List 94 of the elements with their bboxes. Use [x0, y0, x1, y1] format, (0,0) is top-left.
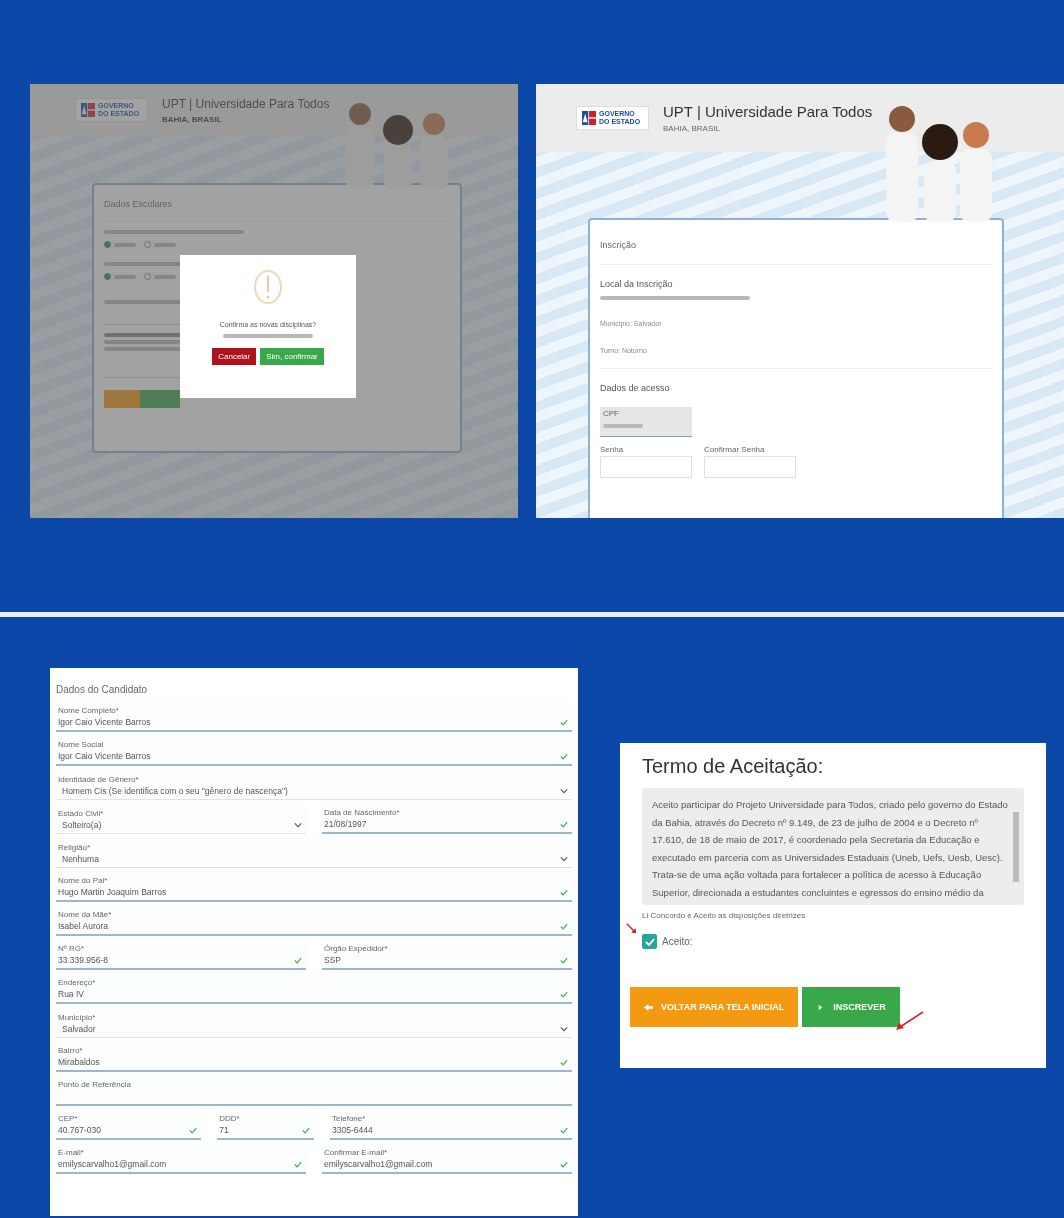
- dialog-button[interactable]: Cancelar: [212, 348, 257, 365]
- card-title: Dados Escolares: [104, 199, 174, 209]
- text-field[interactable]: Nome Social Igor Caio Vicente Barros: [56, 735, 572, 766]
- text-field[interactable]: Ponto de Referência: [56, 1075, 572, 1106]
- field-value: 21/08/1997: [324, 819, 367, 829]
- site-title: UPT | Universidade Para Todos: [663, 103, 873, 120]
- blurred-text: [114, 242, 136, 247]
- field-value: Isabel Aurora: [58, 921, 109, 931]
- field-label: Confirmar Senha: [704, 445, 766, 454]
- cpf-field[interactable]: CPF: [600, 407, 692, 437]
- text-field[interactable]: Órgão Expedidor* SSP: [322, 939, 572, 970]
- field-value: 71: [219, 1125, 229, 1135]
- field-label: Ponto de Referência: [58, 1080, 132, 1089]
- field-value: 3305-6444: [332, 1125, 373, 1135]
- blurred-text: [154, 242, 176, 247]
- chevron-down-icon: [560, 788, 568, 794]
- field-label: CEP*: [58, 1114, 79, 1123]
- flag-icon: [582, 111, 596, 125]
- form-title: Dados do Candidato: [56, 684, 149, 695]
- terms-text: Aceito participar do Projeto Universidade para Todos, criado pelo governo do Estado da Bahia, através do Decreto nº 9.149, de 23 de julho de 2004 e o Decreto nº 17.610, de 18 de maio de 2017, é coordenado pela Secretaria da Educação e executado em parceria com as Universidades Estaduais (Uneb, Uefs, Uesb, Uesc). Trata-se de uma ação voltada para fortalecer a política de acesso à Educação Superior, direcionada a estudantes concluintes e egressos do ensino médio da: [652, 798, 1008, 900]
- field-value: 40.767-030: [58, 1125, 101, 1135]
- field-label: CPF: [603, 409, 620, 418]
- site-title: UPT | Universidade Para Todos: [162, 96, 330, 111]
- section-title: Inscrição: [600, 240, 637, 250]
- section-title: Dados de acesso: [600, 383, 671, 393]
- back-arrow-icon: [644, 1002, 653, 1012]
- radio-button[interactable]: [104, 273, 111, 280]
- field-label: Nome Social: [58, 740, 105, 749]
- field-value: Mirabaldos: [58, 1057, 100, 1067]
- field-label: Nº RG*: [58, 944, 86, 953]
- field-label: Estado Civil*: [58, 809, 105, 818]
- field-label: Confirmar E-mail*: [324, 1148, 389, 1157]
- text-field[interactable]: E-mail* emilyscarvalho1@gmail.com: [56, 1143, 306, 1174]
- field-value: emilyscarvalho1@gmail.com: [58, 1159, 167, 1169]
- field-label: Data de Nascimento*: [324, 808, 401, 817]
- select-field[interactable]: Identidade de Gênero* Homem Cis (Se identifica com o seu "gênero de nascença"): [56, 769, 572, 800]
- field-value: Rua IV: [58, 989, 84, 999]
- field-value: Igor Caio Vicente Barros: [58, 717, 151, 727]
- text-field[interactable]: Telefone* 3305-6444: [330, 1109, 572, 1140]
- field-value: Solteiro(a): [61, 820, 102, 830]
- field-value: emilyscarvalho1@gmail.com: [324, 1159, 433, 1169]
- field-label: Senha: [600, 445, 625, 454]
- site-subtitle: BAHIA, BRASIL: [663, 124, 721, 133]
- text-field[interactable]: Nome Completo* Igor Caio Vicente Barros: [56, 701, 572, 732]
- field-value: 33.339.956-8: [58, 955, 109, 965]
- field-label: DDD*: [219, 1114, 241, 1123]
- exclamation-icon: [253, 269, 283, 305]
- form-button[interactable]: [104, 390, 140, 408]
- field-label: E-mail*: [58, 1148, 85, 1157]
- text-field[interactable]: Endereço* Rua IV: [56, 973, 572, 1004]
- select-field[interactable]: Estado Civil* Solteiro(a): [56, 803, 306, 834]
- checkbox-label: Aceito:: [662, 936, 693, 947]
- text-field[interactable]: Data de Nascimento* 21/08/1997: [322, 803, 572, 834]
- field-label: Nome do Pai*: [58, 876, 109, 885]
- pointer-arrow: [626, 923, 638, 935]
- checkbox[interactable]: [642, 934, 657, 949]
- field-label: Nome da Mãe*: [58, 910, 113, 919]
- agreement-text: Li Concordo e Aceito as disposições diretrizes: [642, 911, 807, 920]
- text-field[interactable]: Nome do Pai* Hugo Martin Joaquim Barros: [56, 871, 572, 902]
- field-value: Homem Cis (Se identifica com o seu "gênero de nascença"): [61, 786, 288, 796]
- text-field[interactable]: Nome da Mãe* Isabel Aurora: [56, 905, 572, 936]
- select-field[interactable]: Religião* Nenhuma: [56, 837, 572, 868]
- select-field[interactable]: Município* Salvador: [56, 1007, 572, 1038]
- blurred-text: [154, 274, 176, 279]
- blurred-text: [114, 274, 136, 279]
- site-subtitle: BAHIA, BRASIL: [162, 114, 223, 124]
- chevron-down-icon: [560, 856, 568, 862]
- field-label: Endereço*: [58, 978, 97, 987]
- text-field[interactable]: Bairro* Mirabaldos: [56, 1041, 572, 1072]
- section-title: Local da Inscrição: [600, 279, 674, 289]
- field-value: Hugo Martin Joaquim Barros: [58, 887, 167, 897]
- field-value: Nenhuma: [61, 854, 99, 864]
- field-label: Religião*: [58, 843, 92, 852]
- radio-button[interactable]: [104, 241, 111, 248]
- field-label: Órgão Expedidor*: [324, 944, 389, 953]
- pointer-arrow: [894, 1011, 924, 1031]
- field-value: Igor Caio Vicente Barros: [58, 751, 151, 761]
- field-value: SSP: [324, 955, 341, 965]
- field-label: Identidade de Gênero*: [58, 775, 140, 784]
- blurred-text: [603, 424, 643, 428]
- field-label: Município*: [58, 1013, 97, 1022]
- text-field[interactable]: Confirmar E-mail* emilyscarvalho1@gmail.com: [322, 1143, 572, 1174]
- field-label: Bairro*: [58, 1046, 84, 1055]
- flag-icon: [81, 103, 95, 117]
- chevron-down-icon: [560, 1026, 568, 1032]
- field-label: Telefone*: [332, 1114, 367, 1123]
- chevron-down-icon: [294, 822, 302, 828]
- field-value: Salvador: [61, 1024, 96, 1034]
- form-button[interactable]: [140, 390, 180, 408]
- text-field[interactable]: CEP* 40.767-030: [56, 1109, 202, 1140]
- terms-title: Termo de Aceitação:: [642, 755, 825, 778]
- field-label: Nome Completo*: [58, 706, 120, 715]
- text-field[interactable]: Nº RG* 33.339.956-8: [56, 939, 306, 970]
- text-field[interactable]: DDD* 71: [217, 1109, 314, 1140]
